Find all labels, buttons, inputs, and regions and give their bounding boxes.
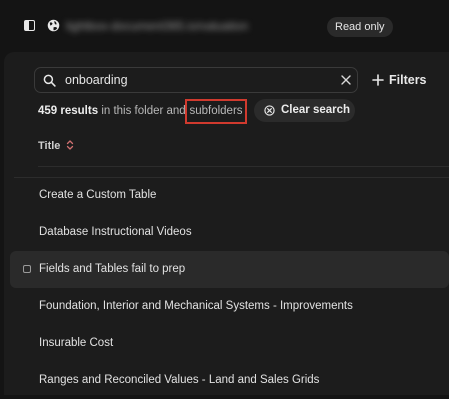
search-box[interactable]	[34, 67, 358, 93]
search-input[interactable]	[65, 71, 325, 89]
results-count: 459 results	[38, 105, 99, 117]
row-checkbox[interactable]	[23, 265, 31, 273]
read-only-badge: Read only	[327, 17, 393, 37]
row-title: Foundation, Interior and Mechanical Syst…	[39, 300, 353, 312]
table-row[interactable]: Create a Custom Table	[10, 177, 449, 214]
title-column-header[interactable]: Title	[38, 138, 60, 154]
plus-icon	[372, 74, 384, 86]
sort-updown-icon[interactable]	[66, 139, 74, 151]
results-scope-text: in this folder and	[101, 105, 186, 117]
table-row[interactable]: Foundation, Interior and Mechanical Syst…	[10, 288, 449, 325]
close-icon[interactable]	[340, 74, 352, 86]
search-icon	[43, 74, 56, 87]
top-bar: lightbox-document365.io/valuation Read o…	[0, 0, 449, 52]
document-url: lightbox-document365.io/valuation	[66, 19, 249, 33]
results-summary: 459 results in this folder and	[38, 102, 186, 120]
sidebar-toggle-icon[interactable]	[24, 20, 35, 31]
table-row[interactable]: Insurable Cost	[10, 325, 449, 362]
row-title: Database Instructional Videos	[39, 226, 192, 238]
row-title: Create a Custom Table	[39, 189, 157, 201]
clear-search-button[interactable]: Clear search	[254, 99, 355, 122]
clear-search-label: Clear search	[281, 104, 351, 116]
filters-button[interactable]: Filters	[372, 70, 427, 90]
header-divider	[38, 166, 449, 167]
circle-x-icon	[264, 105, 275, 116]
table-row[interactable]: Database Instructional Videos	[10, 214, 449, 251]
row-title: Fields and Tables fail to prep	[39, 263, 186, 275]
row-title: Insurable Cost	[39, 337, 114, 349]
row-title: Ranges and Reconciled Values - Land and …	[39, 374, 320, 386]
globe-icon	[47, 19, 60, 32]
filters-label: Filters	[389, 73, 427, 87]
table-row[interactable]: Ranges and Reconciled Values - Land and …	[10, 362, 449, 395]
subfolders-link[interactable]: subfolders	[185, 99, 247, 124]
table-row[interactable]: Fields and Tables fail to prep	[10, 251, 449, 288]
